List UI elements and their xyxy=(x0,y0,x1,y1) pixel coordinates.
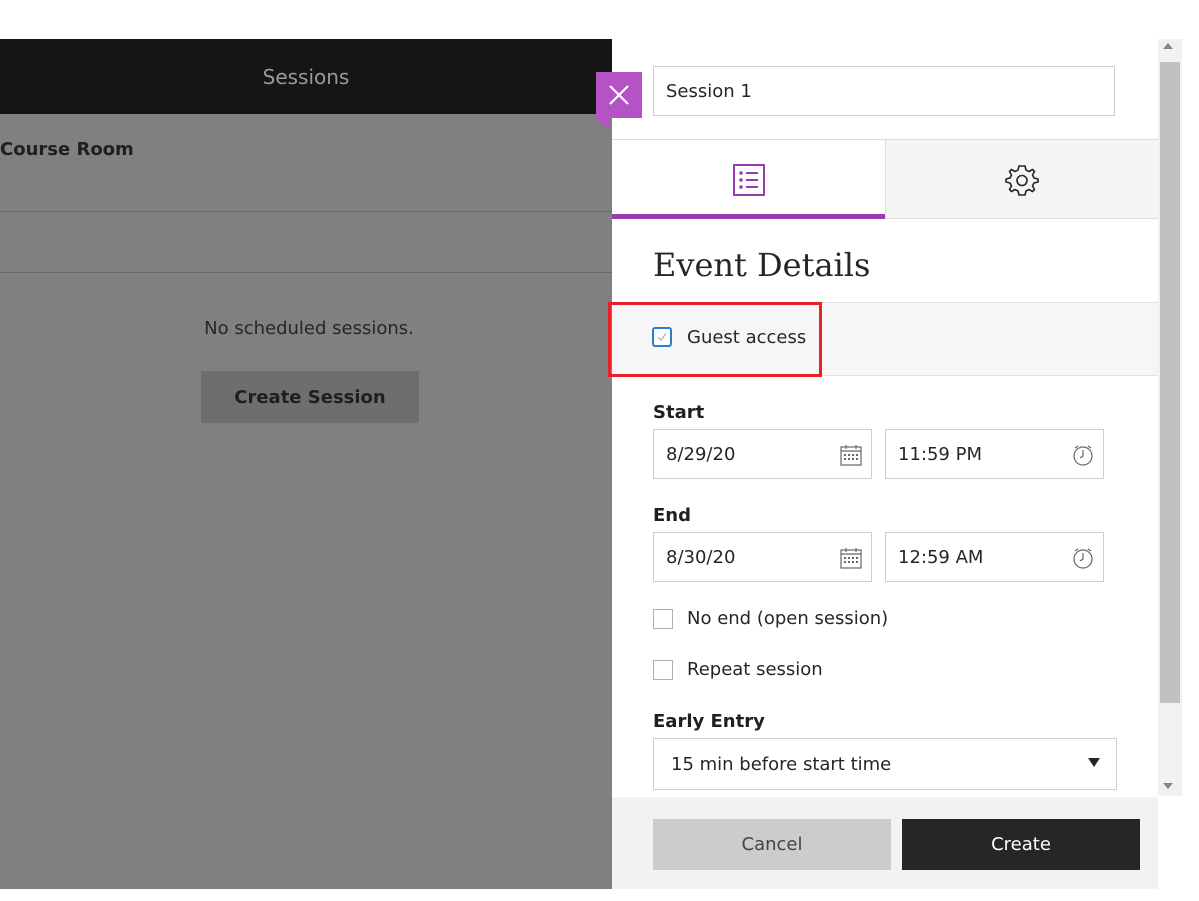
session-name-value: Session 1 xyxy=(666,80,752,102)
session-name-input[interactable]: Session 1 xyxy=(653,66,1115,116)
sessions-title: Sessions xyxy=(262,64,350,89)
no-end-label: No end (open session) xyxy=(687,608,889,629)
start-date-value: 8/29/20 xyxy=(666,443,736,465)
early-entry-label: Early Entry xyxy=(653,711,765,732)
repeat-session-label: Repeat session xyxy=(687,659,823,680)
scrollbar-thumb[interactable] xyxy=(1160,62,1180,703)
course-room-title: Course Room xyxy=(0,139,134,160)
start-time-input[interactable]: 11:59 PM xyxy=(885,429,1104,479)
end-label: End xyxy=(653,505,691,526)
repeat-session-checkbox[interactable] xyxy=(653,660,673,680)
scroll-up-icon[interactable] xyxy=(1163,43,1173,49)
tab-event-details[interactable] xyxy=(612,140,885,219)
no-end-checkbox[interactable] xyxy=(653,609,673,629)
list-icon xyxy=(732,163,765,196)
divider xyxy=(0,211,612,212)
close-button[interactable] xyxy=(596,72,642,118)
clock-icon[interactable] xyxy=(1072,547,1094,569)
clock-icon[interactable] xyxy=(1072,444,1094,466)
start-date-input[interactable]: 8/29/20 xyxy=(653,429,872,479)
end-date-value: 8/30/20 xyxy=(666,546,736,568)
end-time-input[interactable]: 12:59 AM xyxy=(885,532,1104,582)
cancel-button[interactable]: Cancel xyxy=(653,819,891,870)
end-date-input[interactable]: 8/30/20 xyxy=(653,532,872,582)
empty-message: No scheduled sessions. xyxy=(204,318,414,339)
sessions-header: Sessions xyxy=(0,39,612,114)
tab-session-settings[interactable] xyxy=(885,140,1158,219)
start-time-value: 11:59 PM xyxy=(898,443,982,465)
early-entry-value: 15 min before start time xyxy=(671,753,892,775)
scroll-down-icon[interactable] xyxy=(1163,783,1173,789)
section-title: Event Details xyxy=(653,246,871,284)
early-entry-select[interactable]: 15 min before start time xyxy=(653,738,1117,790)
selected-tab-indicator xyxy=(612,214,885,219)
close-button-notch xyxy=(596,118,610,131)
divider xyxy=(0,272,612,273)
dropdown-arrow-icon xyxy=(1088,758,1100,767)
calendar-icon[interactable] xyxy=(840,444,862,466)
sessions-panel: Sessions Course Room No scheduled sessio… xyxy=(0,39,612,889)
create-button[interactable]: Create xyxy=(902,819,1140,870)
highlight-box xyxy=(608,302,822,377)
tab-bottom-border xyxy=(885,218,1158,219)
start-label: Start xyxy=(653,402,705,423)
gear-icon xyxy=(1005,164,1039,196)
create-session-button[interactable]: Create Session xyxy=(201,371,419,423)
close-icon xyxy=(609,85,629,105)
end-time-value: 12:59 AM xyxy=(898,546,984,568)
calendar-icon[interactable] xyxy=(840,547,862,569)
